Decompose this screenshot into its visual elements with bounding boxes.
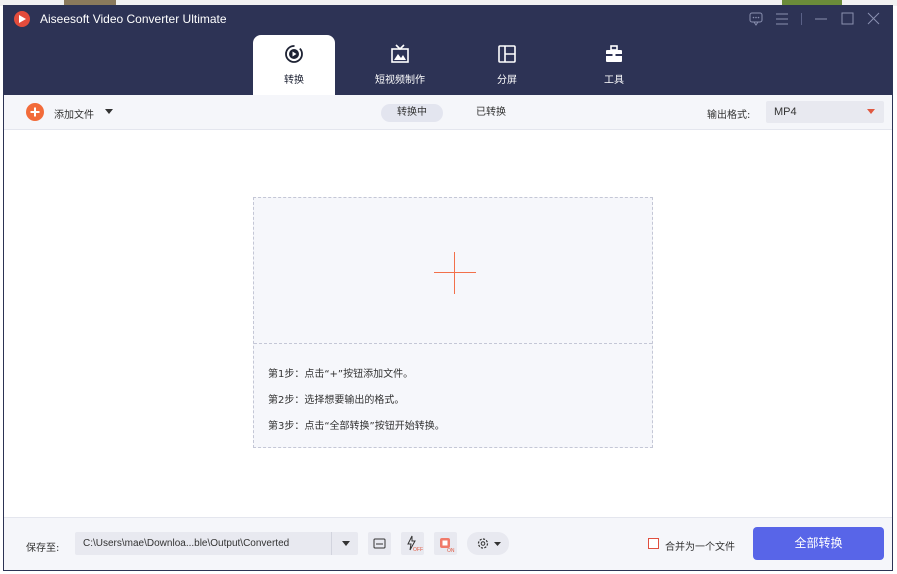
- merge-label: 合并为一个文件: [665, 542, 735, 553]
- minimize-icon[interactable]: [808, 10, 834, 28]
- app-title: Aiseesoft Video Converter Ultimate: [40, 12, 227, 26]
- save-path-field[interactable]: C:\Users\mae\Downloa...ble\Output\Conver…: [75, 532, 358, 555]
- plus-icon: [434, 272, 476, 273]
- title-bar: Aiseesoft Video Converter Ultimate: [4, 6, 892, 32]
- tab-convert[interactable]: 转换: [253, 35, 335, 95]
- output-format-value: MP4: [774, 106, 797, 118]
- tab-label: 工具: [604, 75, 624, 86]
- menu-icon[interactable]: [769, 10, 795, 28]
- tab-mv[interactable]: 短视频制作: [359, 35, 441, 95]
- convert-all-button[interactable]: 全部转换: [753, 527, 884, 560]
- close-icon[interactable]: [860, 10, 886, 28]
- step-instruction: 第3步：点击“全部转换”按钮开始转换。: [268, 421, 445, 432]
- add-file-area[interactable]: [254, 198, 652, 344]
- step-instruction: 第1步：点击“+”按钮添加文件。: [268, 369, 414, 380]
- convert-toolbar: 添加文件 转换中 已转换 输出格式: MP4: [4, 95, 892, 130]
- hardware-acceleration-off-icon[interactable]: OFF: [401, 532, 424, 555]
- add-files-button[interactable]: 添加文件: [54, 106, 94, 121]
- output-format-label: 输出格式:: [707, 110, 751, 121]
- main-nav: 转换 短视频制作 分屏 工具: [4, 32, 892, 95]
- svg-text:OFF: OFF: [413, 547, 423, 553]
- step-instruction: 第2步：选择想要输出的格式。: [268, 395, 405, 406]
- file-drop-zone[interactable]: 第1步：点击“+”按钮添加文件。 第2步：选择想要输出的格式。 第3步：点击“全…: [253, 197, 653, 448]
- add-files-dropdown-icon[interactable]: [105, 109, 113, 114]
- toolbox-icon: [606, 45, 622, 62]
- chevron-down-icon: [342, 541, 350, 546]
- tab-converted[interactable]: 已转换: [460, 104, 522, 122]
- mv-icon: [391, 44, 409, 63]
- tab-converting[interactable]: 转换中: [381, 104, 443, 122]
- gpu-on-icon[interactable]: ON: [434, 532, 457, 555]
- bottom-bar: 保存至: C:\Users\mae\Downloa...ble\Output\C…: [4, 517, 892, 570]
- collage-icon: [498, 45, 516, 63]
- convert-icon: [285, 45, 303, 63]
- settings-dropdown[interactable]: [467, 532, 509, 555]
- tab-label: 转换: [284, 75, 304, 86]
- separator: [801, 13, 802, 25]
- svg-text:ON: ON: [447, 548, 455, 554]
- gear-icon: [477, 538, 501, 549]
- app-window: Aiseesoft Video Converter Ultimate 转换 短视…: [3, 5, 893, 571]
- save-path-value: C:\Users\mae\Downloa...ble\Output\Conver…: [83, 538, 290, 549]
- save-path-dropdown[interactable]: [331, 532, 358, 555]
- tab-label: 短视频制作: [375, 75, 425, 86]
- app-logo-icon: [14, 11, 30, 27]
- tab-toolbox[interactable]: 工具: [573, 35, 655, 95]
- chevron-down-icon: [867, 109, 875, 114]
- tab-label: 分屏: [497, 75, 517, 86]
- output-format-select[interactable]: MP4: [766, 101, 884, 123]
- add-file-icon[interactable]: [26, 103, 44, 121]
- feedback-icon[interactable]: [743, 10, 769, 28]
- save-to-label: 保存至:: [26, 543, 60, 554]
- merge-checkbox[interactable]: [648, 538, 659, 549]
- maximize-icon[interactable]: [834, 10, 860, 28]
- open-folder-icon[interactable]: [368, 532, 391, 555]
- plus-icon: [454, 252, 455, 294]
- window-controls: [743, 10, 886, 28]
- tab-collage[interactable]: 分屏: [466, 35, 548, 95]
- desktop: Aiseesoft Video Converter Ultimate 转换 短视…: [0, 0, 897, 574]
